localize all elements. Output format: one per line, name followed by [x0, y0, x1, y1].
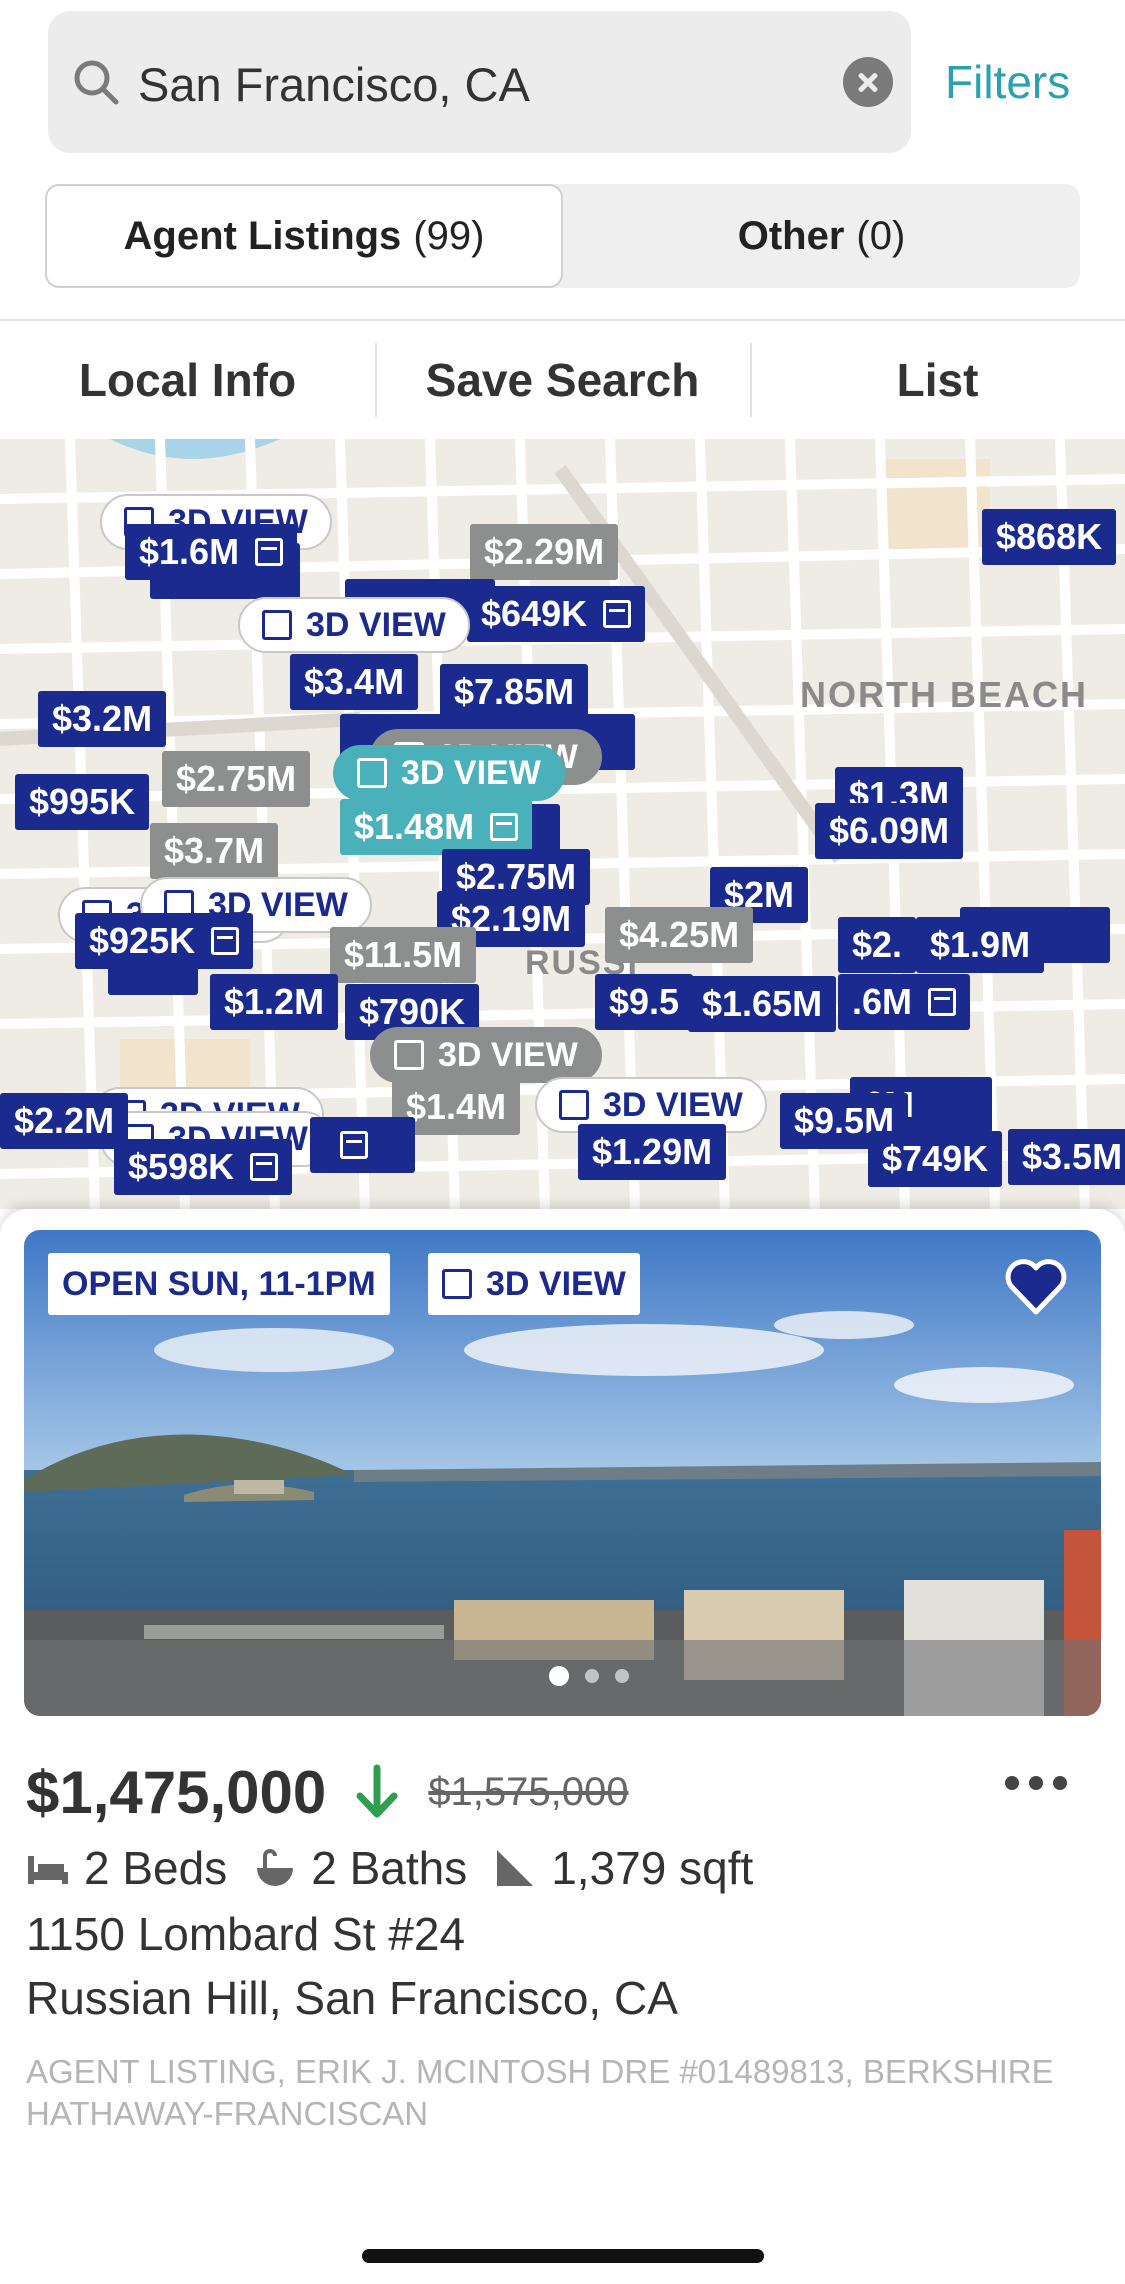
tab-other[interactable]: Other (0): [563, 184, 1080, 288]
cube-icon: [262, 610, 292, 640]
search-value: San Francisco, CA: [138, 58, 530, 111]
calendar-icon: [255, 538, 284, 566]
address-line-1: 1150 Lombard St #24: [26, 1908, 466, 1960]
map-price-pin[interactable]: $1.65M: [688, 976, 837, 1032]
map-price-pin[interactable]: $1.29M: [578, 1124, 727, 1180]
price-row: $1,475,000 $1,575,000: [26, 1754, 1101, 1830]
sqft-icon: [497, 1850, 534, 1886]
calendar-icon: [603, 600, 632, 628]
page-dot: [549, 1666, 569, 1686]
open-house-badge: OPEN SUN, 11-1PM: [48, 1253, 390, 1315]
home-indicator[interactable]: [362, 2249, 764, 2263]
listing-card[interactable]: OPEN SUN, 11-1PM 3D VIEW $1,475,000 $1,5…: [0, 1209, 1125, 2284]
calendar-icon: [928, 988, 957, 1016]
listing-type-segmented-control: Agent Listings (99) Other (0): [45, 184, 1080, 288]
listing-facts: 2 Beds 2 Baths 1,379 sqft: [26, 1841, 753, 1895]
map-price-pin[interactable]: $1.6M: [125, 524, 298, 580]
bed-icon: [28, 1856, 68, 1884]
photo-pagination: [549, 1666, 629, 1686]
map-price-pin[interactable]: .6M: [838, 974, 971, 1030]
listing-3d-view-button[interactable]: 3D VIEW: [428, 1253, 640, 1315]
calendar-icon: [211, 927, 240, 955]
square-footage: 1,379 sqft: [551, 1842, 754, 1894]
map-price-pin[interactable]: $868K: [982, 509, 1117, 565]
clear-icon[interactable]: [843, 57, 893, 107]
cube-icon: [442, 1269, 472, 1299]
map-price-pin[interactable]: $6.09M: [815, 803, 964, 859]
map-3d-view-pin[interactable]: 3D VIEW: [370, 1027, 602, 1083]
search-input[interactable]: San Francisco, CA: [48, 11, 911, 153]
calendar-icon: [250, 1153, 279, 1181]
map-3d-view-pin[interactable]: 3D VIEW: [238, 597, 470, 653]
cube-icon: [394, 1040, 424, 1070]
tab-label: Other: [737, 213, 845, 258]
map-price-pin[interactable]: $925K: [75, 913, 254, 969]
map-price-pin[interactable]: $3.2M: [38, 691, 167, 747]
map-price-pin[interactable]: $3.4M: [290, 654, 419, 710]
map-price-pin[interactable]: $2.2M: [0, 1093, 129, 1149]
address-line-2: Russian Hill, San Francisco, CA: [26, 1972, 678, 2024]
map-price-pin[interactable]: $11.5M: [330, 927, 477, 983]
previous-price: $1,575,000: [428, 1769, 629, 1814]
neighborhood-label-north-beach: NORTH BEACH: [800, 674, 1088, 715]
calendar-icon: [490, 813, 519, 841]
map-price-pin[interactable]: $9.5: [595, 974, 694, 1030]
listing-price: $1,475,000: [26, 1758, 327, 1826]
bath-icon: [257, 1849, 294, 1886]
page-dot: [615, 1669, 629, 1683]
beds: 2 Beds: [84, 1842, 228, 1894]
map-price-pin[interactable]: $2.75M: [162, 751, 311, 807]
agent-attribution: AGENT LISTING, ERIK J. MCINTOSH DRE #014…: [26, 2053, 1054, 2132]
tab-agent-listings[interactable]: Agent Listings (99): [45, 184, 563, 288]
map-price-pin[interactable]: $1.9M: [916, 917, 1045, 973]
map-price-pin[interactable]: $649K: [467, 586, 646, 642]
map-price-pin[interactable]: $598K: [114, 1139, 293, 1195]
map-price-pin[interactable]: $3.5M: [1008, 1129, 1125, 1185]
map-price-pin[interactable]: [310, 1117, 415, 1173]
map-price-pin[interactable]: $3.7M: [150, 823, 279, 879]
listing-photo[interactable]: OPEN SUN, 11-1PM 3D VIEW: [24, 1230, 1101, 1716]
local-info-button[interactable]: Local Info: [0, 321, 375, 439]
map-price-pin[interactable]: $995K: [15, 774, 150, 830]
search-icon: [74, 60, 119, 105]
filters-button[interactable]: Filters: [945, 55, 1070, 109]
map-3d-view-pin[interactable]: 3D VIEW: [333, 745, 565, 801]
map-price-pin[interactable]: $1.2M: [210, 974, 339, 1030]
down-arrow-icon: [356, 1764, 398, 1818]
map[interactable]: NORTH BEACH RUSSI 3D VIEW 3D VIEW 3D VIE…: [0, 439, 1125, 1209]
heart-icon[interactable]: [1001, 1252, 1071, 1322]
map-price-pin[interactable]: $2.: [838, 917, 917, 973]
map-price-pin-selected[interactable]: $1.48M: [340, 799, 533, 855]
list-button[interactable]: List: [750, 321, 1125, 439]
cube-icon: [357, 758, 387, 788]
tab-label: Agent Listings: [123, 213, 402, 258]
map-price-pin[interactable]: $7.85M: [440, 664, 589, 720]
map-price-pin[interactable]: $4.25M: [605, 907, 754, 963]
more-icon[interactable]: [1005, 1768, 1071, 1798]
calendar-icon: [340, 1131, 368, 1159]
map-price-pin[interactable]: $749K: [868, 1131, 1003, 1187]
action-bar: Local Info Save Search List: [0, 321, 1125, 439]
tab-count: (0): [856, 213, 906, 258]
baths: 2 Baths: [311, 1842, 468, 1894]
page-dot: [585, 1669, 599, 1683]
save-search-button[interactable]: Save Search: [375, 321, 750, 439]
search-row: San Francisco, CA Filters: [0, 0, 1125, 175]
map-price-pin[interactable]: $2.29M: [470, 524, 619, 580]
tab-count: (99): [413, 213, 485, 258]
cube-icon: [559, 1090, 589, 1120]
